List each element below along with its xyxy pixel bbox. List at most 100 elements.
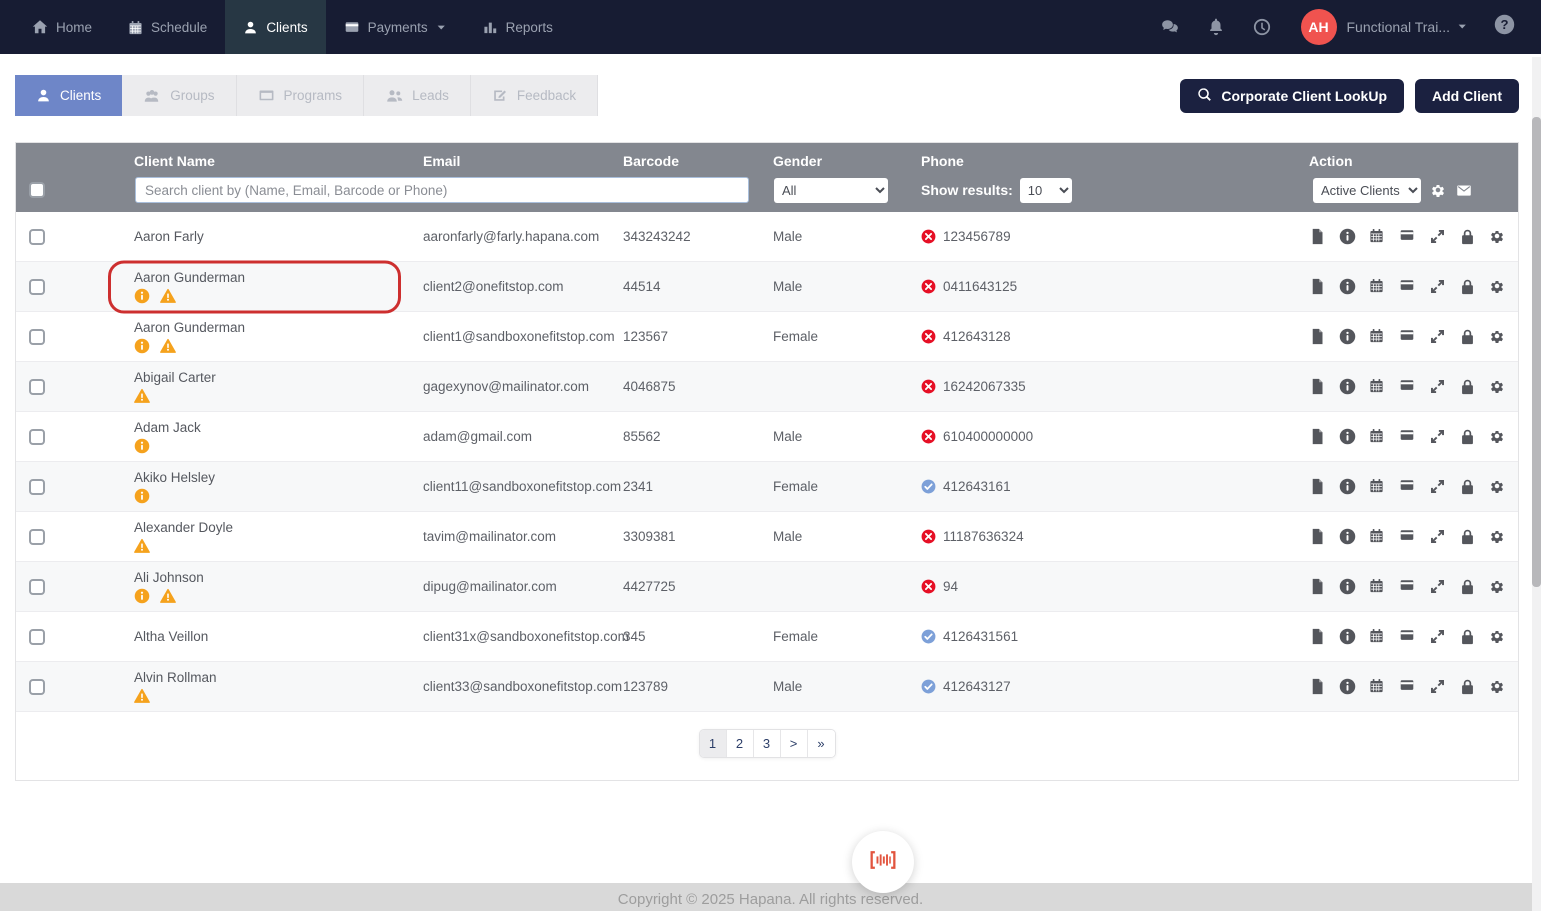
- lock-icon[interactable]: [1459, 628, 1476, 645]
- nav-item-payments[interactable]: Payments: [326, 0, 465, 54]
- chat-icon[interactable]: [1158, 18, 1182, 36]
- gear-icon[interactable]: [1489, 328, 1506, 345]
- payment-card-icon[interactable]: [1399, 478, 1416, 495]
- client-name[interactable]: Abigail Carter: [134, 370, 408, 385]
- calendar-icon[interactable]: [1369, 628, 1386, 645]
- row-checkbox[interactable]: [29, 628, 45, 645]
- help-icon[interactable]: ?: [1494, 14, 1515, 40]
- lock-icon[interactable]: [1459, 228, 1476, 245]
- nav-item-reports[interactable]: Reports: [465, 0, 571, 54]
- calendar-icon[interactable]: [1369, 428, 1386, 445]
- settings-gear-icon[interactable]: [1430, 182, 1446, 198]
- info-flag-icon[interactable]: [134, 488, 150, 504]
- notifications-bell-icon[interactable]: [1204, 18, 1228, 36]
- document-icon[interactable]: [1309, 378, 1326, 395]
- warning-flag-icon[interactable]: [160, 588, 176, 604]
- row-checkbox[interactable]: [29, 278, 45, 295]
- calendar-icon[interactable]: [1369, 228, 1386, 245]
- client-name[interactable]: Alexander Doyle: [134, 520, 408, 535]
- expand-icon[interactable]: [1429, 678, 1446, 695]
- client-name[interactable]: Ali Johnson: [134, 570, 408, 585]
- nav-item-clients[interactable]: Clients: [225, 0, 326, 54]
- expand-icon[interactable]: [1429, 628, 1446, 645]
- warning-flag-icon[interactable]: [134, 688, 150, 704]
- payment-card-icon[interactable]: [1399, 378, 1416, 395]
- row-checkbox[interactable]: [29, 678, 45, 695]
- clock-icon[interactable]: [1250, 18, 1274, 36]
- document-icon[interactable]: [1309, 628, 1326, 645]
- lock-icon[interactable]: [1459, 578, 1476, 595]
- calendar-icon[interactable]: [1369, 378, 1386, 395]
- info-flag-icon[interactable]: [134, 338, 150, 354]
- gender-filter-select[interactable]: All: [774, 177, 888, 203]
- info-flag-icon[interactable]: [134, 588, 150, 604]
- page-1-button[interactable]: 1: [699, 730, 727, 757]
- tab-programs[interactable]: Programs: [236, 75, 365, 116]
- client-name[interactable]: Aaron Gunderman: [134, 320, 408, 335]
- document-icon[interactable]: [1309, 678, 1326, 695]
- payment-card-icon[interactable]: [1399, 228, 1416, 245]
- row-checkbox[interactable]: [29, 228, 45, 245]
- info-circle-icon[interactable]: [1339, 378, 1356, 395]
- document-icon[interactable]: [1309, 478, 1326, 495]
- info-circle-icon[interactable]: [1339, 578, 1356, 595]
- info-circle-icon[interactable]: [1339, 478, 1356, 495]
- info-circle-icon[interactable]: [1339, 278, 1356, 295]
- document-icon[interactable]: [1309, 278, 1326, 295]
- next-page-button[interactable]: >: [780, 730, 808, 757]
- chevron-down-icon[interactable]: [1457, 19, 1468, 37]
- lock-icon[interactable]: [1459, 328, 1476, 345]
- row-checkbox[interactable]: [29, 428, 45, 445]
- scrollbar-thumb[interactable]: [1532, 117, 1541, 587]
- info-circle-icon[interactable]: [1339, 328, 1356, 345]
- info-circle-icon[interactable]: [1339, 678, 1356, 695]
- expand-icon[interactable]: [1429, 428, 1446, 445]
- gear-icon[interactable]: [1489, 478, 1506, 495]
- client-name[interactable]: Alvin Rollman: [134, 670, 408, 685]
- tab-leads[interactable]: Leads: [364, 75, 471, 116]
- payment-card-icon[interactable]: [1399, 428, 1416, 445]
- calendar-icon[interactable]: [1369, 278, 1386, 295]
- account-name[interactable]: Functional Trai...: [1347, 19, 1451, 35]
- lock-icon[interactable]: [1459, 678, 1476, 695]
- nav-item-schedule[interactable]: Schedule: [110, 0, 225, 54]
- warning-flag-icon[interactable]: [160, 288, 176, 304]
- warning-flag-icon[interactable]: [160, 338, 176, 354]
- gear-icon[interactable]: [1489, 278, 1506, 295]
- calendar-icon[interactable]: [1369, 328, 1386, 345]
- row-checkbox[interactable]: [29, 328, 45, 345]
- lock-icon[interactable]: [1459, 378, 1476, 395]
- client-name[interactable]: Aaron Gunderman: [134, 270, 408, 285]
- gear-icon[interactable]: [1489, 578, 1506, 595]
- row-checkbox[interactable]: [29, 378, 45, 395]
- nav-item-home[interactable]: Home: [14, 0, 110, 54]
- payment-card-icon[interactable]: [1399, 578, 1416, 595]
- gear-icon[interactable]: [1489, 378, 1506, 395]
- payment-card-icon[interactable]: [1399, 678, 1416, 695]
- document-icon[interactable]: [1309, 578, 1326, 595]
- warning-flag-icon[interactable]: [134, 388, 150, 404]
- add-client-button[interactable]: Add Client: [1415, 78, 1519, 113]
- info-circle-icon[interactable]: [1339, 428, 1356, 445]
- expand-icon[interactable]: [1429, 278, 1446, 295]
- lock-icon[interactable]: [1459, 528, 1476, 545]
- lock-icon[interactable]: [1459, 478, 1476, 495]
- client-name[interactable]: Aaron Farly: [134, 229, 408, 244]
- show-results-select[interactable]: 10: [1019, 177, 1072, 203]
- expand-icon[interactable]: [1429, 328, 1446, 345]
- gear-icon[interactable]: [1489, 628, 1506, 645]
- payment-card-icon[interactable]: [1399, 528, 1416, 545]
- expand-icon[interactable]: [1429, 528, 1446, 545]
- calendar-icon[interactable]: [1369, 478, 1386, 495]
- select-all-checkbox[interactable]: [29, 182, 45, 198]
- document-icon[interactable]: [1309, 328, 1326, 345]
- info-circle-icon[interactable]: [1339, 628, 1356, 645]
- gear-icon[interactable]: [1489, 428, 1506, 445]
- warning-flag-icon[interactable]: [134, 538, 150, 554]
- lock-icon[interactable]: [1459, 278, 1476, 295]
- tab-feedback[interactable]: Feedback: [470, 75, 599, 116]
- gear-icon[interactable]: [1489, 528, 1506, 545]
- client-status-select[interactable]: Active Clients: [1313, 177, 1421, 203]
- client-name[interactable]: Altha Veillon: [134, 629, 408, 644]
- email-envelope-icon[interactable]: [1455, 183, 1473, 198]
